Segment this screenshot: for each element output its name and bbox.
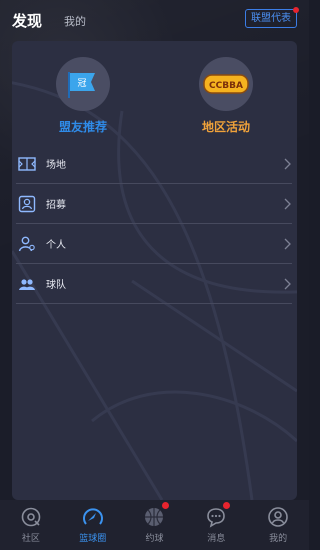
community-icon xyxy=(21,507,41,527)
nav-messages[interactable]: 消息 xyxy=(185,500,247,550)
menu-item-label: 招募 xyxy=(46,200,66,211)
chevron-right-icon xyxy=(284,238,291,250)
regional-events[interactable]: CCBBA 地区活动 xyxy=(176,57,276,135)
nav-label: 社区 xyxy=(21,534,40,544)
nav-basketball-circle[interactable]: 篮球圈 xyxy=(62,500,124,550)
nav-label: 约球 xyxy=(145,534,164,544)
chevron-right-icon xyxy=(284,158,291,170)
recruit-icon xyxy=(18,195,36,212)
ally-recommend[interactable]: 冠 盟友推荐 xyxy=(33,57,133,135)
league-representative-button[interactable]: 联盟代表 xyxy=(245,7,299,28)
nav-label: 消息 xyxy=(207,534,226,544)
tab-mine[interactable]: 我的 xyxy=(64,13,86,29)
basketball-circle-icon xyxy=(82,508,103,525)
top-bar: 发现 我的 联盟代表 xyxy=(0,0,309,40)
menu-item-venue[interactable]: 场地 xyxy=(16,144,292,184)
basketball-icon xyxy=(145,508,164,526)
menu-item-personal[interactable]: 个人 xyxy=(16,224,292,264)
bottom-nav-bar: 社区 篮球圈 约球 消息 我的 xyxy=(0,500,309,550)
profile-icon xyxy=(268,507,288,527)
svg-text:冠: 冠 xyxy=(77,78,86,89)
notification-dot xyxy=(223,502,231,509)
message-icon xyxy=(207,508,226,528)
team-icon xyxy=(19,278,35,290)
nav-profile[interactable]: 我的 xyxy=(247,500,309,550)
tab-discover[interactable]: 发现 xyxy=(12,10,42,31)
menu-list: 场地 招募 个人 球队 xyxy=(16,144,292,304)
menu-item-recruit[interactable]: 招募 xyxy=(16,184,292,224)
ally-recommend-icon-circle: 冠 xyxy=(56,57,110,111)
regional-events-icon-circle: CCBBA xyxy=(199,57,253,111)
menu-item-team[interactable]: 球队 xyxy=(16,264,292,304)
flag-icon: 冠 xyxy=(68,72,95,98)
court-icon xyxy=(18,156,36,171)
league-button-label: 联盟代表 xyxy=(251,13,291,24)
discover-card: 冠 盟友推荐 CCBBA 地区活动 场地 招募 个人 球队 xyxy=(12,41,297,500)
menu-item-label: 场地 xyxy=(46,160,66,171)
chevron-right-icon xyxy=(284,278,291,290)
chevron-right-icon xyxy=(284,198,291,210)
person-icon xyxy=(18,236,35,251)
notification-dot xyxy=(161,502,169,509)
menu-item-label: 球队 xyxy=(46,280,66,291)
notification-dot xyxy=(293,7,299,13)
ally-recommend-label: 盟友推荐 xyxy=(58,120,107,134)
menu-item-label: 个人 xyxy=(46,240,66,251)
nav-community[interactable]: 社区 xyxy=(0,500,62,550)
nav-book-game[interactable]: 约球 xyxy=(124,500,186,550)
svg-text:CCBBA: CCBBA xyxy=(209,81,243,91)
ccbba-logo-icon: CCBBA xyxy=(203,74,249,94)
regional-events-label: 地区活动 xyxy=(201,120,250,134)
nav-label: 我的 xyxy=(269,534,288,544)
nav-label: 篮球圈 xyxy=(79,534,107,544)
